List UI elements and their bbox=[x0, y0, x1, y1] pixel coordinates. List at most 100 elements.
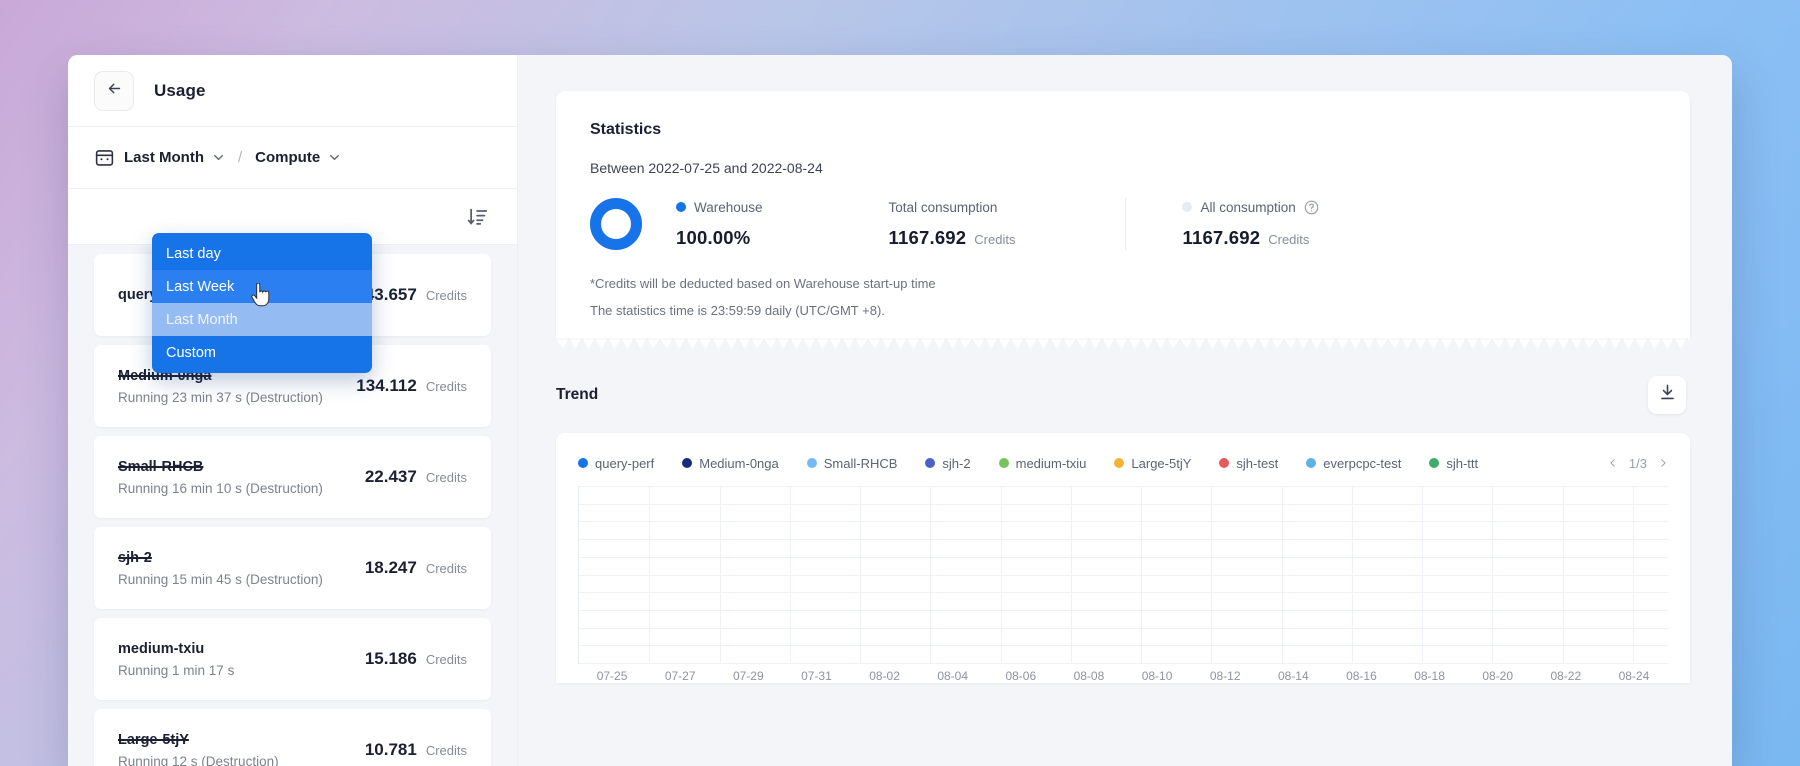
legend-label: sjh-ttt bbox=[1446, 455, 1479, 471]
chart-x-tick-label: 07-27 bbox=[664, 669, 696, 683]
chart-legend: query-perf Medium-0nga Small-RHCB sjh-2 medi… bbox=[578, 449, 1668, 477]
sort-descending-icon[interactable] bbox=[465, 204, 491, 230]
dropdown-option-last-week[interactable]: Last Week bbox=[152, 270, 372, 303]
chart-bar-slot[interactable] bbox=[1563, 486, 1598, 663]
chart-bar-slot[interactable] bbox=[1106, 486, 1141, 663]
warehouse-name: medium-txiu bbox=[118, 640, 205, 657]
chart-bar-slot[interactable] bbox=[720, 486, 755, 663]
dropdown-option-last-day[interactable]: Last day bbox=[152, 237, 372, 270]
chevron-right-icon[interactable] bbox=[1658, 456, 1668, 470]
chart-bar-slot[interactable] bbox=[1282, 486, 1317, 663]
chart-bar-slot[interactable] bbox=[790, 486, 825, 663]
chart-bar-slot[interactable] bbox=[825, 486, 860, 663]
legend-label: Small-RHCB bbox=[823, 455, 898, 471]
chart-bar-slot[interactable] bbox=[1352, 486, 1387, 663]
back-button[interactable] bbox=[94, 70, 134, 111]
trend-section: Trend query-perf Medium-0nga Small-RHCB sjh… bbox=[556, 376, 1690, 683]
statistics-metrics-row: Warehouse 100.00% Total consumption 1167… bbox=[590, 198, 1656, 250]
chart-bar-slot[interactable] bbox=[614, 486, 649, 663]
resource-type-label: Compute bbox=[255, 149, 321, 166]
chart-bar-slot[interactable] bbox=[684, 486, 719, 663]
chart-bar-slot[interactable] bbox=[1317, 486, 1352, 663]
legend-item[interactable]: Medium-0nga bbox=[682, 456, 779, 471]
download-button[interactable] bbox=[1648, 376, 1686, 414]
legend-item[interactable]: Small-RHCB bbox=[806, 455, 898, 471]
warehouse-status: Running 15 min 45 s (Destruction) bbox=[118, 571, 323, 587]
page-header: Usage bbox=[68, 55, 517, 127]
help-circle-icon[interactable] bbox=[1304, 200, 1319, 215]
warehouse-list-item[interactable]: Small-RHCB Running 16 min 10 s (Destructi… bbox=[94, 436, 491, 518]
chart-x-tick-label: 08-22 bbox=[1550, 669, 1582, 683]
chart-bar-slot[interactable] bbox=[1176, 486, 1211, 663]
chart-bar-slot[interactable] bbox=[1457, 486, 1492, 663]
chart-bar-slot[interactable] bbox=[1141, 486, 1176, 663]
legend-color-dot bbox=[998, 458, 1009, 468]
chart-bar-slot[interactable] bbox=[895, 486, 930, 663]
chart-bar-slot[interactable] bbox=[1036, 486, 1071, 663]
filter-bar: Last Month / Compute bbox=[68, 127, 517, 189]
warehouse-info: sjh-2 Running 15 min 45 s (Destruction) bbox=[118, 550, 323, 587]
warehouse-credits-value: 22.437 bbox=[364, 467, 417, 486]
warehouse-list-item[interactable]: sjh-2 Running 15 min 45 s (Destruction) 18… bbox=[94, 527, 491, 609]
legend-item[interactable]: sjh-ttt bbox=[1429, 456, 1478, 471]
chart-bar-slot[interactable] bbox=[649, 486, 684, 663]
legend-item[interactable]: medium-txiu bbox=[998, 455, 1087, 471]
warehouse-name: Large-5tjY bbox=[118, 731, 189, 748]
warehouse-credits-group: 22.437 Credits bbox=[365, 467, 467, 487]
chart-x-tick-label: 08-08 bbox=[1073, 669, 1105, 683]
chart-bar-slot[interactable] bbox=[1598, 486, 1633, 663]
legend-item[interactable]: sjh-test bbox=[1219, 456, 1278, 471]
chart-bar-slot[interactable] bbox=[1071, 486, 1106, 663]
warehouse-credits-group: 15.186 Credits bbox=[365, 649, 467, 669]
all-consumption-label: All consumption bbox=[1200, 199, 1296, 215]
arrow-left-icon bbox=[106, 80, 123, 102]
chart-bar-slot[interactable] bbox=[1633, 486, 1668, 663]
chart-bar-slot[interactable] bbox=[579, 486, 614, 663]
legend-label: medium-txiu bbox=[1015, 455, 1087, 471]
chart-bar-slot[interactable] bbox=[860, 486, 895, 663]
chart-bar-slot[interactable] bbox=[1492, 486, 1527, 663]
chart-bar-slot[interactable] bbox=[755, 486, 790, 663]
warehouse-name: Small-RHCB bbox=[118, 458, 204, 475]
legend-color-dot bbox=[1219, 458, 1230, 468]
chart-bar-slot[interactable] bbox=[1001, 486, 1036, 663]
warehouse-credits-unit: Credits bbox=[425, 470, 467, 485]
chevron-down-icon bbox=[328, 151, 341, 164]
resource-type-filter[interactable]: Compute bbox=[255, 149, 341, 166]
legend-item[interactable]: query-perf bbox=[578, 456, 654, 471]
legend-item[interactable]: everpcpc-test bbox=[1306, 456, 1401, 471]
warehouse-info: Small-RHCB Running 16 min 10 s (Destructi… bbox=[118, 459, 323, 496]
chart-x-tick-label: 08-18 bbox=[1414, 669, 1445, 683]
dropdown-option-custom[interactable]: Custom bbox=[152, 336, 372, 369]
legend-label: everpcpc-test bbox=[1323, 455, 1402, 471]
warehouse-list-item[interactable]: medium-txiu Running 1 min 17 s 15.186 Credi… bbox=[94, 618, 491, 700]
chart-bar-slot[interactable] bbox=[1387, 486, 1422, 663]
chart-bar-slot[interactable] bbox=[1527, 486, 1562, 663]
date-range-dropdown[interactable]: Last day Last Week Last Month Custom bbox=[152, 233, 372, 373]
statistics-note-2: The statistics time is 23:59:59 daily (U… bbox=[590, 303, 885, 318]
date-range-label: Last Month bbox=[124, 149, 204, 166]
trend-chart-card: query-perf Medium-0nga Small-RHCB sjh-2 medi… bbox=[556, 433, 1690, 683]
warehouse-credits-value: 10.781 bbox=[364, 740, 417, 759]
chart-bar-slot[interactable] bbox=[1246, 486, 1281, 663]
legend-item[interactable]: sjh-2 bbox=[925, 456, 971, 471]
chevron-left-icon[interactable] bbox=[1608, 456, 1618, 470]
consumption-donut-chart bbox=[590, 198, 642, 250]
statistics-card: Statistics Between 2022-07-25 and 2022-0… bbox=[556, 91, 1690, 338]
chart-bar-slot[interactable] bbox=[930, 486, 965, 663]
chart-x-axis: 07-25 07-27 07-29 07-31 08-02 08-04 08-06 08-08… bbox=[578, 669, 1668, 683]
chart-gridline-h bbox=[579, 663, 1668, 664]
chart-bar-slot[interactable] bbox=[1211, 486, 1246, 663]
chart-bar-slot[interactable] bbox=[1422, 486, 1457, 663]
card-torn-edge bbox=[556, 338, 1690, 350]
date-range-filter[interactable]: Last Month bbox=[94, 147, 225, 168]
warehouse-info: Medium-0nga Running 23 min 37 s (Destruct… bbox=[118, 368, 323, 405]
legend-color-dot bbox=[806, 458, 817, 468]
dropdown-option-last-month[interactable]: Last Month bbox=[152, 303, 372, 336]
calendar-icon bbox=[94, 147, 115, 168]
right-panel: Statistics Between 2022-07-25 and 2022-0… bbox=[518, 55, 1732, 766]
warehouse-list-item[interactable]: Large-5tjY Running 12 s (Destruction) 10.7… bbox=[94, 709, 491, 766]
legend-item[interactable]: Large-5tjY bbox=[1114, 456, 1191, 471]
chart-x-tick-label: 08-02 bbox=[869, 669, 900, 683]
chart-bar-slot[interactable] bbox=[965, 486, 1000, 663]
